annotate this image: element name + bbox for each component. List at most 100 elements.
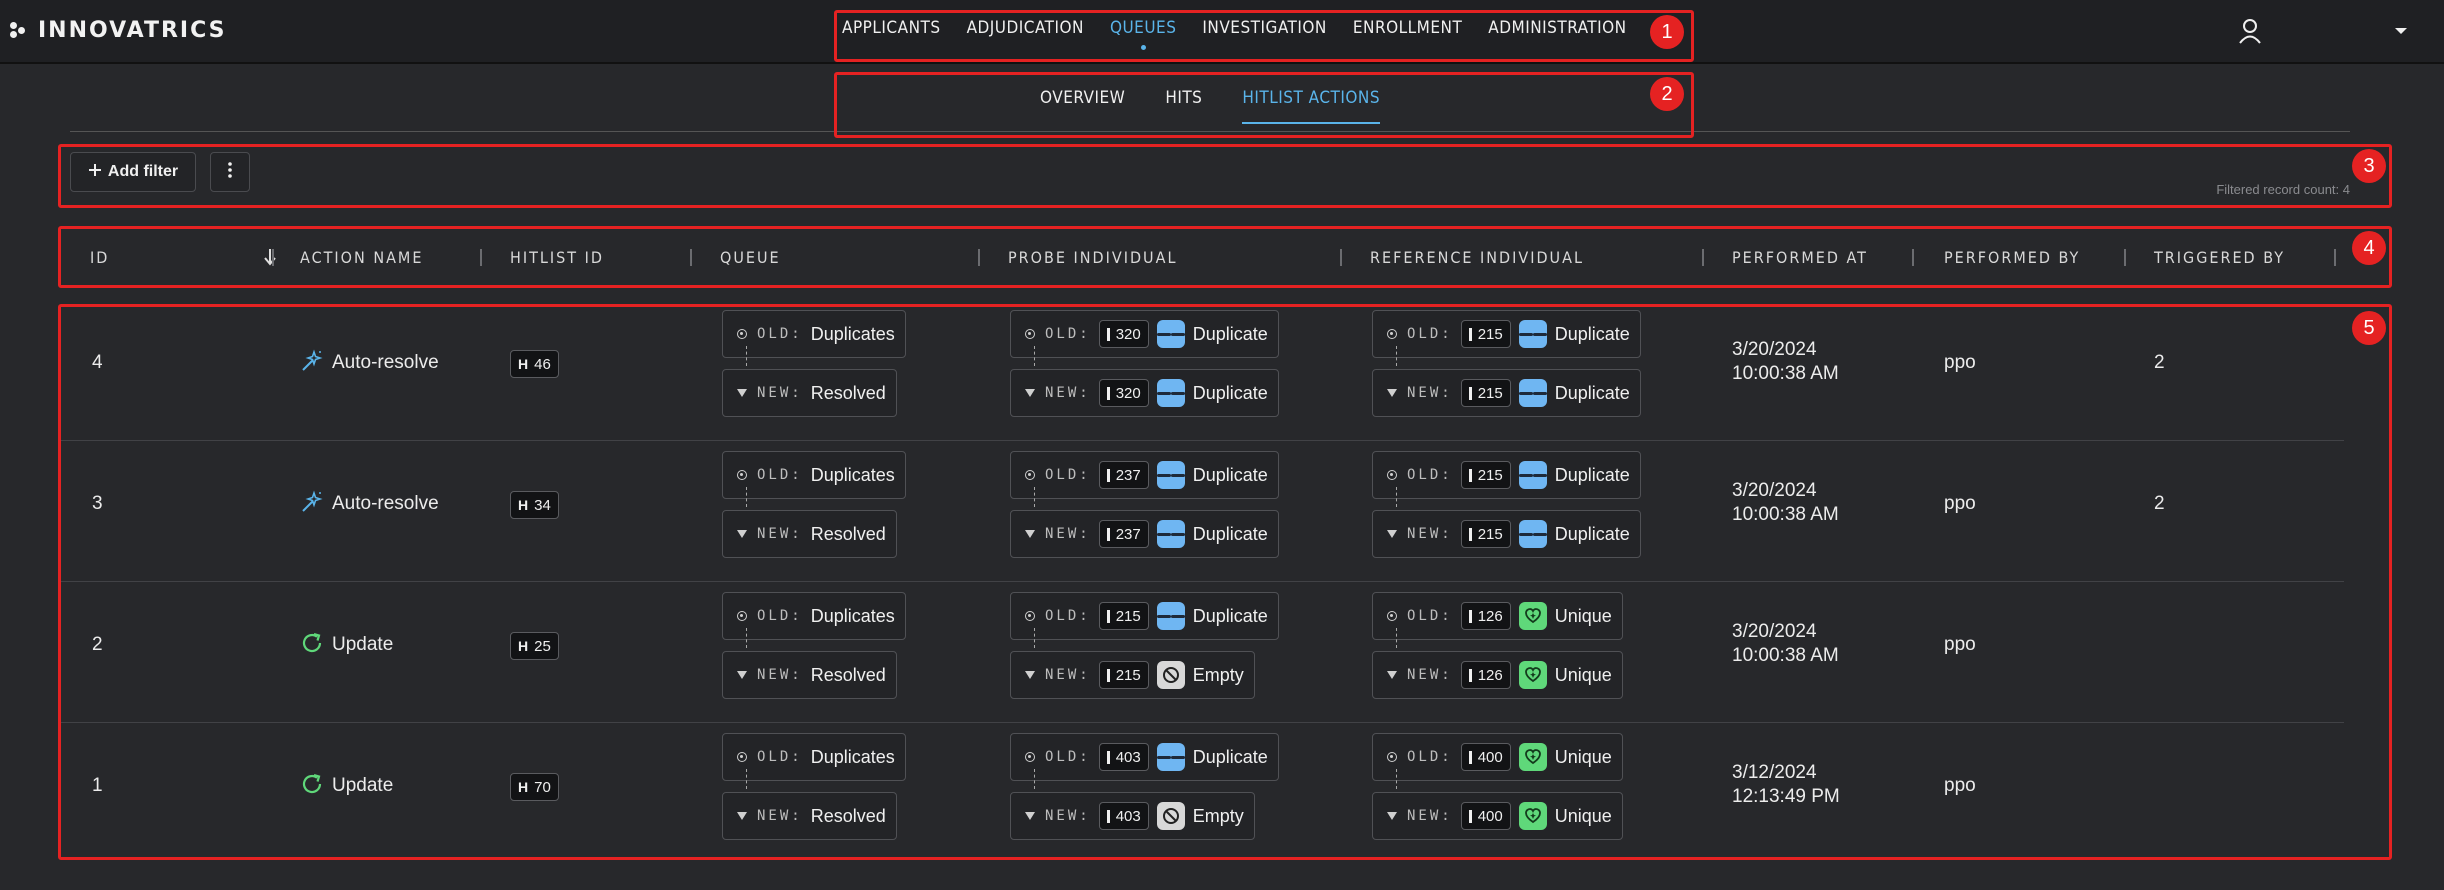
- add-filter-button[interactable]: Add filter: [70, 152, 196, 192]
- column-separator[interactable]: [1340, 249, 1342, 266]
- table-row[interactable]: 3 Auto-resolve H 34 OLD: Duplicates NEW:…: [60, 441, 2344, 582]
- nav-applicants[interactable]: APPLICANTS: [842, 12, 941, 38]
- column-header-reference-individual[interactable]: REFERENCE INDIVIDUAL: [1370, 228, 1584, 286]
- state-prefix: OLD:: [1407, 326, 1453, 342]
- tab-overview[interactable]: OVERVIEW: [1040, 88, 1125, 124]
- performed-at: 3/20/2024 10:00:38 AM: [1732, 620, 1839, 668]
- column-header-performed-by[interactable]: PERFORMED BY: [1944, 228, 2080, 286]
- action-name: Update: [300, 772, 393, 800]
- logo[interactable]: INNOVATRICS: [10, 16, 227, 44]
- column-header-queue[interactable]: QUEUE: [720, 228, 781, 286]
- old-state-icon: [735, 329, 749, 339]
- individual-icon: [1468, 327, 1472, 341]
- individual-id: 215: [1477, 325, 1503, 343]
- new-state-box: NEW: 320 Duplicate: [1010, 369, 1279, 417]
- state-prefix: NEW:: [757, 526, 803, 542]
- individual-id-chip[interactable]: 237: [1098, 461, 1149, 489]
- action-name: Update: [300, 631, 393, 659]
- nav-administration[interactable]: ADMINISTRATION: [1488, 12, 1626, 38]
- main-nav: APPLICANTS ADJUDICATION QUEUES INVESTIGA…: [836, 12, 1694, 62]
- table-row[interactable]: 2 Update H 25 OLD: Duplicates NEW: Resol…: [60, 582, 2344, 723]
- individual-id-chip[interactable]: 320: [1098, 320, 1149, 348]
- old-state-box: OLD: 320 Duplicate: [1010, 310, 1279, 358]
- empty-status-icon: [1156, 802, 1185, 830]
- individual-id-chip[interactable]: 215: [1460, 379, 1511, 407]
- more-options-button[interactable]: [210, 152, 250, 192]
- column-header-action-name[interactable]: ACTION NAME: [300, 228, 423, 286]
- kebab-menu-icon: [228, 161, 232, 183]
- new-state-box: NEW: 215 Empty: [1010, 651, 1255, 699]
- column-header-triggered-by[interactable]: TRIGGERED BY: [2154, 228, 2285, 286]
- individual-id-chip[interactable]: 320: [1098, 379, 1149, 407]
- column-header-performed-at[interactable]: PERFORMED AT: [1732, 228, 1868, 286]
- new-state-box: NEW: Resolved: [722, 651, 897, 699]
- hitlist-id-chip[interactable]: H 34: [510, 491, 559, 519]
- individual-id-chip[interactable]: 215: [1460, 320, 1511, 348]
- state-prefix: OLD:: [1045, 749, 1091, 765]
- individual-id-chip[interactable]: 126: [1460, 602, 1511, 630]
- column-separator[interactable]: [272, 249, 274, 266]
- column-separator[interactable]: [2124, 249, 2126, 266]
- old-state-box: OLD: Duplicates: [722, 310, 906, 358]
- state-prefix: OLD:: [1045, 608, 1091, 624]
- state-prefix: NEW:: [1045, 385, 1091, 401]
- column-separator[interactable]: [690, 249, 692, 266]
- new-state-arrow-icon: [1385, 671, 1399, 679]
- nav-investigation[interactable]: INVESTIGATION: [1202, 12, 1326, 38]
- table-header: ID ACTION NAME HITLIST ID QUEUE PROBE IN…: [60, 228, 2390, 286]
- individual-id-chip[interactable]: 400: [1460, 802, 1511, 830]
- new-state-arrow-icon: [735, 530, 749, 538]
- user-icon[interactable]: [2238, 18, 2262, 44]
- triggered-by: 2: [2154, 493, 2165, 514]
- chevron-down-icon[interactable]: [2394, 26, 2408, 36]
- row-id: 1: [92, 775, 103, 796]
- duplicate-status-icon: [1156, 520, 1185, 548]
- column-separator[interactable]: [1912, 249, 1914, 266]
- individual-id: 215: [1477, 466, 1503, 484]
- performed-date: 3/20/2024: [1732, 480, 1817, 501]
- plus-icon: [88, 163, 102, 182]
- individual-id-chip[interactable]: 215: [1460, 520, 1511, 548]
- individual-icon: [1106, 809, 1110, 823]
- individual-id-chip[interactable]: 237: [1098, 520, 1149, 548]
- individual-status: Duplicate: [1192, 464, 1268, 485]
- table-row[interactable]: 1 Update H 70 OLD: Duplicates NEW: Resol…: [60, 723, 2344, 864]
- column-header-hitlist-id[interactable]: HITLIST ID: [510, 228, 604, 286]
- new-state-box: NEW: 403 Empty: [1010, 792, 1255, 840]
- individual-id: 215: [1115, 607, 1141, 625]
- column-separator[interactable]: [480, 249, 482, 266]
- tab-hits[interactable]: HITS: [1165, 88, 1202, 124]
- performed-date: 3/12/2024: [1732, 762, 1817, 783]
- tab-hitlist-actions[interactable]: HITLIST ACTIONS: [1242, 88, 1381, 124]
- nav-queues[interactable]: QUEUES: [1110, 12, 1176, 50]
- individual-id-chip[interactable]: 215: [1098, 661, 1149, 689]
- unique-status-icon: [1518, 661, 1547, 689]
- nav-enrollment[interactable]: ENROLLMENT: [1353, 12, 1462, 38]
- state-connector: [746, 487, 747, 507]
- individual-id-chip[interactable]: 215: [1460, 461, 1511, 489]
- table-row[interactable]: 4 Auto-resolve H 46 OLD: Duplicates NEW:…: [60, 300, 2344, 441]
- individual-id-chip[interactable]: 400: [1460, 743, 1511, 771]
- performed-by: ppo: [1944, 352, 1976, 373]
- hitlist-id-chip[interactable]: H 46: [510, 350, 559, 378]
- individual-id-chip[interactable]: 403: [1098, 802, 1149, 830]
- sort-arrow-down-icon[interactable]: [264, 248, 276, 270]
- individual-icon: [1106, 609, 1110, 623]
- column-separator[interactable]: [978, 249, 980, 266]
- column-header-probe-individual[interactable]: PROBE INDIVIDUAL: [1008, 228, 1177, 286]
- individual-id-chip[interactable]: 126: [1460, 661, 1511, 689]
- nav-adjudication[interactable]: ADJUDICATION: [967, 12, 1084, 38]
- state-prefix: OLD:: [757, 608, 803, 624]
- individual-id-chip[interactable]: 215: [1098, 602, 1149, 630]
- duplicate-status-icon: [1518, 520, 1547, 548]
- hitlist-id-chip[interactable]: H 70: [510, 773, 559, 801]
- hitlist-id-chip[interactable]: H 25: [510, 632, 559, 660]
- column-header-id[interactable]: ID: [90, 228, 276, 286]
- magic-wand-icon: [300, 349, 324, 377]
- state-connector: [746, 769, 747, 789]
- column-separator[interactable]: [2334, 249, 2336, 266]
- state-connector: [1396, 769, 1397, 789]
- old-state-icon: [1385, 470, 1399, 480]
- column-separator[interactable]: [1702, 249, 1704, 266]
- individual-id-chip[interactable]: 403: [1098, 743, 1149, 771]
